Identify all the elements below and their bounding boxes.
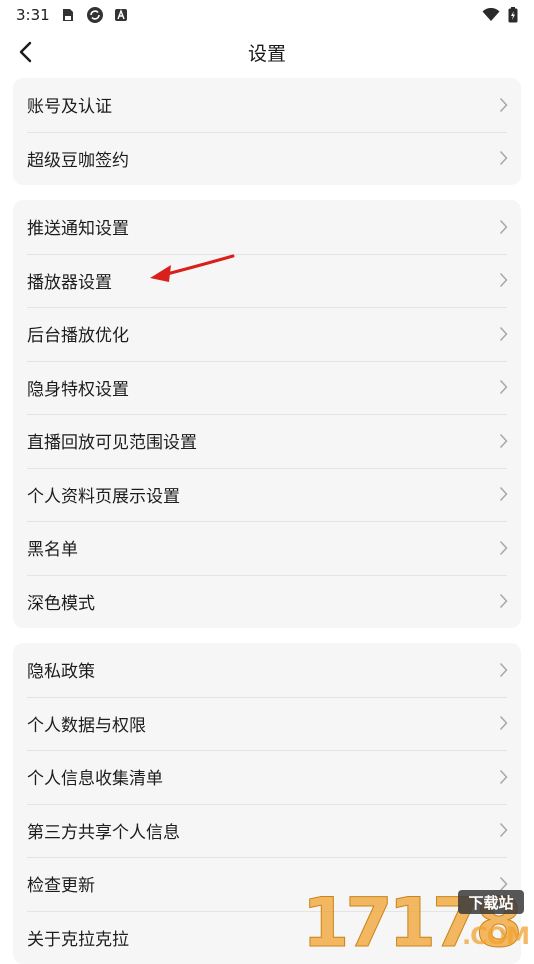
chevron-right-icon bbox=[497, 149, 509, 167]
back-button[interactable] bbox=[10, 36, 40, 68]
settings-item-privacy-policy[interactable]: 隐私政策 bbox=[13, 643, 521, 697]
settings-item-label: 深色模式 bbox=[27, 589, 95, 614]
settings-item-label: 关于克拉克拉 bbox=[27, 925, 129, 950]
settings-item-push-notification[interactable]: 推送通知设置 bbox=[13, 200, 521, 254]
chevron-right-icon bbox=[497, 821, 509, 839]
chevron-right-icon bbox=[497, 485, 509, 503]
watermark-suffix: .COM bbox=[462, 922, 528, 950]
chevron-right-icon bbox=[497, 661, 509, 679]
settings-item-background-play[interactable]: 后台播放优化 bbox=[13, 307, 521, 361]
settings-item-blacklist[interactable]: 黑名单 bbox=[13, 521, 521, 575]
settings-item-label: 第三方共享个人信息 bbox=[27, 818, 180, 843]
settings-item-label: 超级豆咖签约 bbox=[27, 146, 129, 171]
settings-item-player[interactable]: 播放器设置 bbox=[13, 254, 521, 308]
settings-item-invisible-privilege[interactable]: 隐身特权设置 bbox=[13, 361, 521, 415]
settings-item-personal-data-permissions[interactable]: 个人数据与权限 bbox=[13, 697, 521, 751]
settings-item-super-douka-sign[interactable]: 超级豆咖签约 bbox=[13, 132, 521, 186]
chevron-right-icon bbox=[497, 218, 509, 236]
battery-charging-icon bbox=[508, 7, 518, 23]
keyboard-a-icon bbox=[114, 8, 128, 22]
settings-item-third-party-sharing[interactable]: 第三方共享个人信息 bbox=[13, 804, 521, 858]
chevron-left-icon bbox=[18, 41, 32, 63]
settings-item-account-verification[interactable]: 账号及认证 bbox=[13, 78, 521, 132]
settings-group-general: 推送通知设置 播放器设置 后台播放优化 隐身特权设置 直播回放可见范围设置 个人… bbox=[13, 200, 521, 628]
settings-item-label: 账号及认证 bbox=[27, 92, 112, 117]
settings-item-label: 个人信息收集清单 bbox=[27, 764, 163, 789]
page-title: 设置 bbox=[248, 39, 286, 66]
status-right bbox=[482, 7, 518, 23]
settings-item-label: 推送通知设置 bbox=[27, 214, 129, 239]
settings-item-label: 直播回放可见范围设置 bbox=[27, 428, 197, 453]
header: 设置 bbox=[0, 30, 534, 74]
status-bar: 3:31 bbox=[0, 0, 534, 30]
settings-item-label: 播放器设置 bbox=[27, 268, 112, 293]
settings-item-label: 检查更新 bbox=[27, 871, 95, 896]
annotation-arrow-icon bbox=[145, 250, 240, 285]
chevron-right-icon bbox=[497, 714, 509, 732]
sync-icon bbox=[86, 6, 104, 24]
chevron-right-icon bbox=[497, 96, 509, 114]
chevron-right-icon bbox=[497, 539, 509, 557]
status-time: 3:31 bbox=[16, 6, 50, 24]
settings-item-label: 隐私政策 bbox=[27, 657, 95, 682]
settings-item-label: 后台播放优化 bbox=[27, 321, 129, 346]
chevron-right-icon bbox=[497, 592, 509, 610]
settings-item-info-collection-list[interactable]: 个人信息收集清单 bbox=[13, 750, 521, 804]
settings-item-label: 个人资料页展示设置 bbox=[27, 482, 180, 507]
settings-item-replay-visibility[interactable]: 直播回放可见范围设置 bbox=[13, 414, 521, 468]
wifi-icon bbox=[482, 8, 500, 22]
chevron-right-icon bbox=[497, 432, 509, 450]
settings-item-label: 个人数据与权限 bbox=[27, 711, 146, 736]
settings-item-profile-display[interactable]: 个人资料页展示设置 bbox=[13, 468, 521, 522]
notification-app-icon bbox=[60, 7, 76, 23]
chevron-right-icon bbox=[497, 378, 509, 396]
settings-item-dark-mode[interactable]: 深色模式 bbox=[13, 575, 521, 629]
chevron-right-icon bbox=[497, 768, 509, 786]
settings-group-account: 账号及认证 超级豆咖签约 bbox=[13, 78, 521, 185]
settings-item-label: 隐身特权设置 bbox=[27, 375, 129, 400]
settings-item-label: 黑名单 bbox=[27, 535, 78, 560]
watermark-logo: 17178 下载站 .COM bbox=[302, 888, 528, 950]
watermark-badge: 下载站 bbox=[468, 894, 513, 912]
chevron-right-icon bbox=[497, 325, 509, 343]
chevron-right-icon bbox=[497, 271, 509, 289]
status-left: 3:31 bbox=[16, 6, 128, 24]
